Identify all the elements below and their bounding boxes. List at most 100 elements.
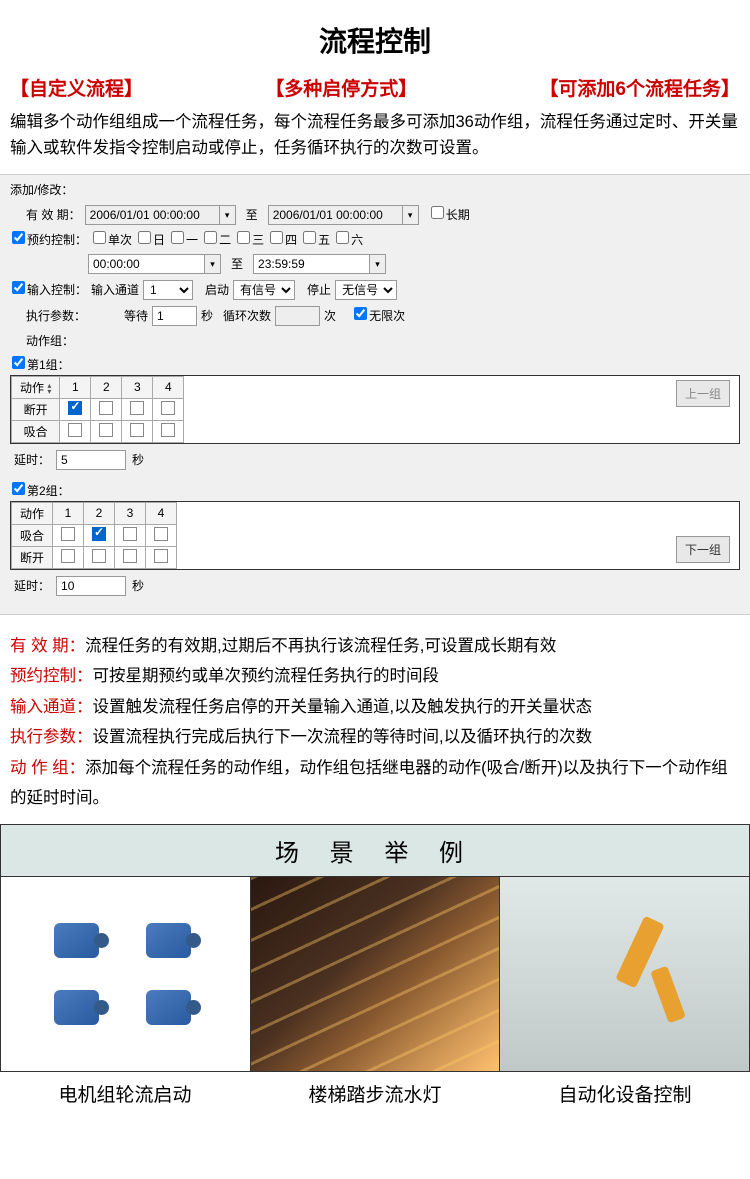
day-once-checkbox[interactable] [93,231,106,244]
day-once: 单次 [108,233,132,247]
g1-close-4-checkbox[interactable] [161,423,175,437]
input-control-label: 输入控制： [27,283,87,297]
motor-icon [136,980,206,1035]
day-mon: 一 [186,233,198,247]
panel-heading: 添加/修改： [10,181,740,202]
config-panel: 添加/修改： 有 效 期： ▾ 至 ▾ 长期 预约控制： 单次 日 一 二 三 … [0,174,750,615]
day-wed-checkbox[interactable] [237,231,250,244]
input-control-checkbox[interactable] [12,281,25,294]
exp-exec-term: 执行参数： [10,728,93,746]
reserve-checkbox[interactable] [12,231,25,244]
unlimited-checkbox[interactable] [354,307,367,320]
caption-automation: 自动化设备控制 [500,1072,750,1117]
g2-col2-header[interactable]: 2 [84,502,115,524]
col3-header[interactable]: 3 [122,376,153,398]
time-to-dropdown-icon[interactable]: ▾ [370,254,386,274]
sort-icon[interactable]: ▴▾ [47,383,51,395]
g1-close-1-checkbox[interactable] [68,423,82,437]
day-sat-checkbox[interactable] [336,231,349,244]
g1-break-4-checkbox[interactable] [161,401,175,415]
exp-validity-term: 有 效 期： [10,637,85,655]
time-to-input[interactable] [253,254,370,274]
caption-stairs: 楼梯踏步流水灯 [250,1072,500,1117]
robot-image [500,877,749,1071]
g1-break-label: 断开 [12,398,60,420]
g1-close-3-checkbox[interactable] [130,423,144,437]
group2-table: 动作 1 2 3 4 吸合 断开 [11,502,177,569]
g1-break-1-checkbox[interactable] [68,401,82,415]
day-wed: 三 [252,233,264,247]
col4-header[interactable]: 4 [153,376,184,398]
g2-close-4-checkbox[interactable] [154,527,168,541]
stop-label: 停止 [307,281,331,298]
g2-close-label: 吸合 [12,524,53,546]
exp-action-text: 添加每个流程任务的动作组，动作组包括继电器的动作(吸合/断开)以及执行下一个动作… [10,759,728,808]
example-stairs [251,877,501,1072]
date-from-dropdown-icon[interactable]: ▾ [220,205,236,225]
g2-break-4-checkbox[interactable] [154,549,168,563]
to-label-2: 至 [231,255,243,272]
exp-reserve-term: 预约控制： [10,667,93,685]
g2-col3-header[interactable]: 3 [115,502,146,524]
prev-group-button[interactable]: 上一组 [676,380,730,407]
example-automation [500,877,750,1072]
long-term-checkbox[interactable] [431,206,444,219]
g2-break-label: 断开 [12,546,53,568]
time-from-input[interactable] [88,254,205,274]
day-tue: 二 [219,233,231,247]
exp-validity-text: 流程任务的有效期,过期后不再执行该流程任务,可设置成长期有效 [85,637,556,655]
g1-close-2-checkbox[interactable] [99,423,113,437]
to-label-1: 至 [246,206,258,223]
g1-break-3-checkbox[interactable] [130,401,144,415]
delay2-input[interactable] [56,576,126,596]
g2-col1-header[interactable]: 1 [53,502,84,524]
example-captions: 电机组轮流启动 楼梯踏步流水灯 自动化设备控制 [0,1072,750,1117]
g2-break-1-checkbox[interactable] [61,549,75,563]
day-fri: 五 [318,233,330,247]
day-sat: 六 [351,233,363,247]
tag-start-stop: 【多种启停方式】 [265,74,417,101]
input-channel-select[interactable]: 1 [143,280,193,300]
group1-checkbox[interactable] [12,356,25,369]
next-group-button[interactable]: 下一组 [676,536,730,563]
col1-header[interactable]: 1 [60,376,91,398]
group2-label: 第2组： [27,484,70,498]
g2-close-1-checkbox[interactable] [61,527,75,541]
day-sun-checkbox[interactable] [138,231,151,244]
g2-close-2-checkbox[interactable] [92,527,106,541]
g1-break-2-checkbox[interactable] [99,401,113,415]
delay1-input[interactable] [56,450,126,470]
wait-label: 等待 [124,307,148,324]
time-from-dropdown-icon[interactable]: ▾ [205,254,221,274]
group2-checkbox[interactable] [12,482,25,495]
unlimited-label: 无限次 [369,309,405,323]
wait-input[interactable] [152,306,197,326]
date-from-input[interactable] [85,205,220,225]
day-tue-checkbox[interactable] [204,231,217,244]
g2-break-3-checkbox[interactable] [123,549,137,563]
exec-params-label: 执行参数： [26,307,88,324]
examples-title: 场 景 举 例 [0,824,750,877]
g2-close-3-checkbox[interactable] [123,527,137,541]
action-header-2: 动作 [12,502,53,524]
day-thu-checkbox[interactable] [270,231,283,244]
stop-signal-select[interactable]: 无信号 [335,280,397,300]
motor-icon [44,913,114,968]
group1-label: 第1组： [27,358,70,372]
loop-input[interactable] [275,306,320,326]
page-title: 流程控制 [0,0,750,74]
date-to-dropdown-icon[interactable]: ▾ [403,205,419,225]
seconds-label-3: 秒 [132,577,144,594]
g2-col4-header[interactable]: 4 [146,502,177,524]
day-mon-checkbox[interactable] [171,231,184,244]
group1-table: 动作 ▴▾ 1 2 3 4 断开 吸合 [11,376,184,443]
start-signal-select[interactable]: 有信号 [233,280,295,300]
col2-header[interactable]: 2 [91,376,122,398]
robot-arm-icon [609,917,719,1027]
motor-icon [136,913,206,968]
date-to-input[interactable] [268,205,403,225]
seconds-label-1: 秒 [201,307,213,324]
g2-break-2-checkbox[interactable] [92,549,106,563]
day-fri-checkbox[interactable] [303,231,316,244]
delay2-label: 延时： [14,577,50,594]
